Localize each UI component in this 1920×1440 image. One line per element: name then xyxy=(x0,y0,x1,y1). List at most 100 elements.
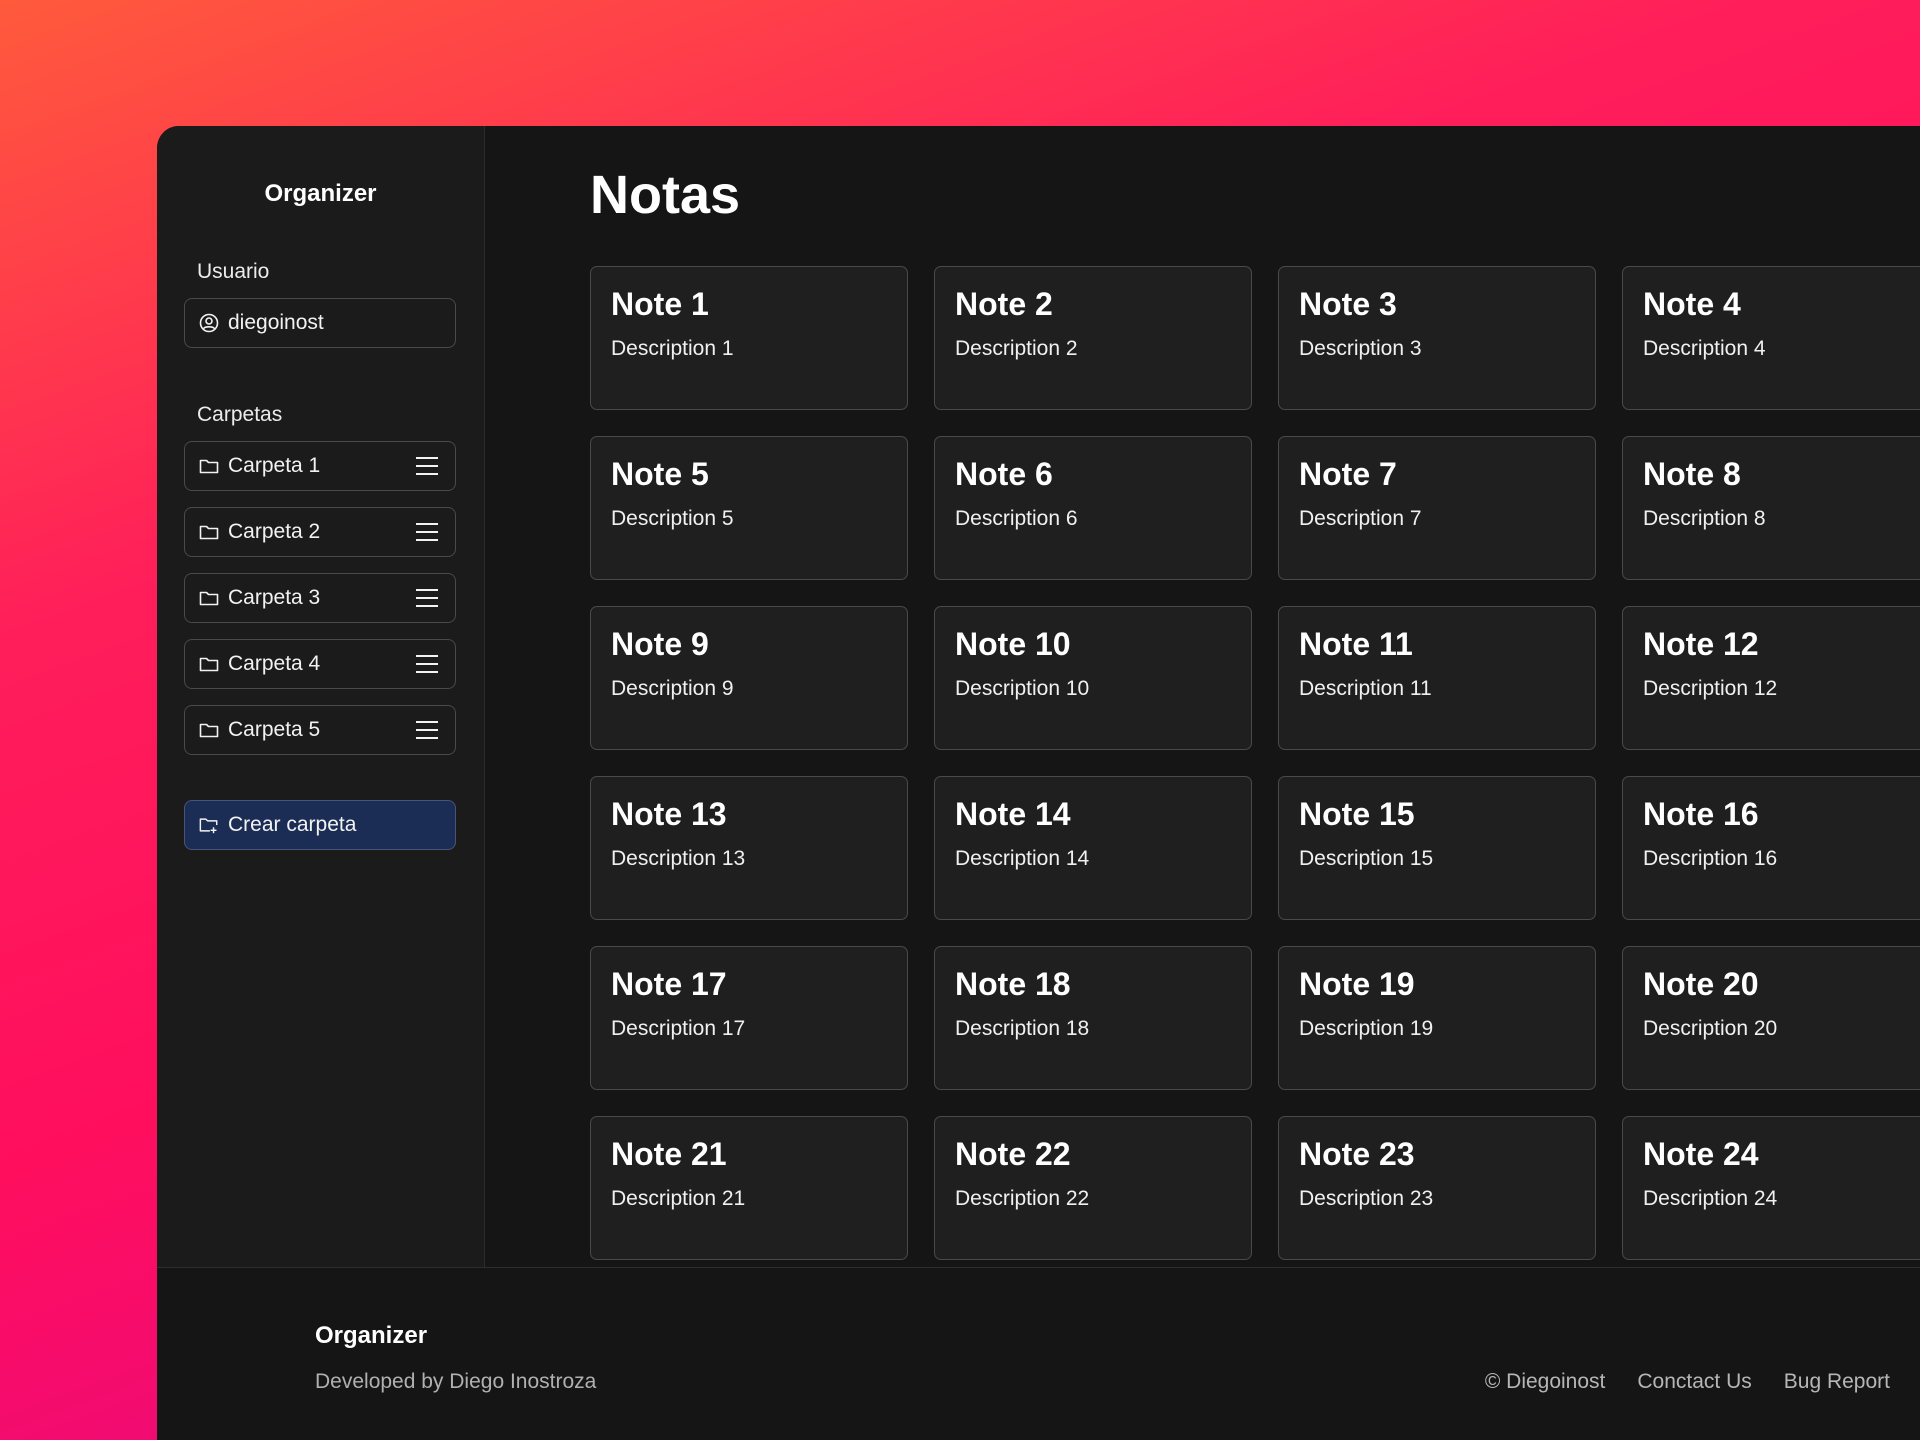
note-card[interactable]: Note 11 Description 11 xyxy=(1278,606,1596,750)
folder-icon xyxy=(199,654,219,674)
copyright-link[interactable]: © Diegoinost xyxy=(1485,1370,1606,1394)
note-description: Description 9 xyxy=(611,677,734,700)
note-card[interactable]: Note 14 Description 14 xyxy=(934,776,1252,920)
note-card[interactable]: Note 3 Description 3 xyxy=(1278,266,1596,410)
folder-icon xyxy=(199,720,219,740)
note-description: Description 15 xyxy=(1299,847,1434,870)
menu-icon[interactable] xyxy=(415,653,439,675)
menu-icon[interactable] xyxy=(415,521,439,543)
note-title: Note 19 xyxy=(1299,966,1415,1002)
note-description: Description 5 xyxy=(611,507,734,530)
note-description: Description 23 xyxy=(1299,1187,1434,1210)
bug-report-link[interactable]: Bug Report xyxy=(1784,1370,1890,1394)
create-folder-button[interactable]: Crear carpeta xyxy=(184,800,456,850)
folder-icon xyxy=(199,588,219,608)
folder-item[interactable]: Carpeta 3 xyxy=(184,573,456,623)
notes-grid: Note 1 Description 1 Note 2 Description 2 No… xyxy=(590,266,1920,1260)
note-description: Description 1 xyxy=(611,337,734,360)
footer-title: Organizer xyxy=(315,1322,428,1349)
main-content: Notas Note 1 Description 1 Note 2 Descripti… xyxy=(484,126,1920,1267)
note-description: Description 22 xyxy=(955,1187,1090,1210)
note-description: Description 12 xyxy=(1643,677,1778,700)
menu-icon[interactable] xyxy=(415,719,439,741)
note-title: Note 16 xyxy=(1643,796,1759,832)
note-description: Description 24 xyxy=(1643,1187,1778,1210)
app-title: Organizer xyxy=(264,180,377,207)
footer-subtitle: Developed by Diego Inostroza xyxy=(315,1370,597,1393)
folder-item[interactable]: Carpeta 2 xyxy=(184,507,456,557)
note-card[interactable]: Note 23 Description 23 xyxy=(1278,1116,1596,1260)
note-title: Note 21 xyxy=(611,1136,727,1172)
note-title: Note 20 xyxy=(1643,966,1759,1002)
note-title: Note 15 xyxy=(1299,796,1415,832)
note-description: Description 19 xyxy=(1299,1017,1434,1040)
note-card[interactable]: Note 16 Description 16 xyxy=(1622,776,1920,920)
note-title: Note 7 xyxy=(1299,456,1397,492)
contact-link[interactable]: Conctact Us xyxy=(1637,1370,1751,1394)
note-title: Note 18 xyxy=(955,966,1071,1002)
note-title: Note 22 xyxy=(955,1136,1071,1172)
note-title: Note 10 xyxy=(955,626,1071,662)
note-description: Description 21 xyxy=(611,1187,746,1210)
menu-icon[interactable] xyxy=(415,455,439,477)
note-card[interactable]: Note 17 Description 17 xyxy=(590,946,908,1090)
note-title: Note 12 xyxy=(1643,626,1759,662)
note-card[interactable]: Note 9 Description 9 xyxy=(590,606,908,750)
folder-label: Carpeta 3 xyxy=(228,586,321,609)
note-title: Note 13 xyxy=(611,796,727,832)
note-title: Note 8 xyxy=(1643,456,1741,492)
note-description: Description 18 xyxy=(955,1017,1090,1040)
note-card[interactable]: Note 6 Description 6 xyxy=(934,436,1252,580)
note-card[interactable]: Note 19 Description 19 xyxy=(1278,946,1596,1090)
note-title: Note 17 xyxy=(611,966,727,1002)
note-description: Description 20 xyxy=(1643,1017,1778,1040)
folder-item[interactable]: Carpeta 1 xyxy=(184,441,456,491)
app-window: Organizer Usuario diegoinost Carpetas Ca… xyxy=(157,126,1920,1440)
note-card[interactable]: Note 12 Description 12 xyxy=(1622,606,1920,750)
footer-links: © Diegoinost Conctact Us Bug Report xyxy=(1485,1370,1890,1394)
note-title: Note 9 xyxy=(611,626,709,662)
user-field[interactable]: diegoinost xyxy=(184,298,456,348)
note-card[interactable]: Note 20 Description 20 xyxy=(1622,946,1920,1090)
folder-label: Carpeta 5 xyxy=(228,718,321,741)
note-card[interactable]: Note 21 Description 21 xyxy=(590,1116,908,1260)
note-card[interactable]: Note 15 Description 15 xyxy=(1278,776,1596,920)
note-card[interactable]: Note 24 Description 24 xyxy=(1622,1116,1920,1260)
note-description: Description 8 xyxy=(1643,507,1766,530)
note-card[interactable]: Note 13 Description 13 xyxy=(590,776,908,920)
note-title: Note 1 xyxy=(611,286,709,322)
note-card[interactable]: Note 5 Description 5 xyxy=(590,436,908,580)
note-title: Note 3 xyxy=(1299,286,1397,322)
folder-label: Carpeta 4 xyxy=(228,652,321,675)
user-section-label: Usuario xyxy=(197,260,270,283)
note-description: Description 6 xyxy=(955,507,1078,530)
note-card[interactable]: Note 1 Description 1 xyxy=(590,266,908,410)
note-title: Note 4 xyxy=(1643,286,1741,322)
folder-item[interactable]: Carpeta 5 xyxy=(184,705,456,755)
note-card[interactable]: Note 22 Description 22 xyxy=(934,1116,1252,1260)
note-title: Note 6 xyxy=(955,456,1053,492)
note-card[interactable]: Note 7 Description 7 xyxy=(1278,436,1596,580)
create-folder-label: Crear carpeta xyxy=(228,813,357,836)
footer: Organizer Developed by Diego Inostroza ©… xyxy=(157,1267,1920,1440)
folder-icon xyxy=(199,522,219,542)
menu-icon[interactable] xyxy=(415,587,439,609)
note-description: Description 7 xyxy=(1299,507,1422,530)
note-card[interactable]: Note 8 Description 8 xyxy=(1622,436,1920,580)
note-card[interactable]: Note 2 Description 2 xyxy=(934,266,1252,410)
note-card[interactable]: Note 10 Description 10 xyxy=(934,606,1252,750)
folders-section-label: Carpetas xyxy=(197,403,283,426)
folder-item[interactable]: Carpeta 4 xyxy=(184,639,456,689)
note-description: Description 4 xyxy=(1643,337,1766,360)
note-title: Note 24 xyxy=(1643,1136,1759,1172)
note-description: Description 10 xyxy=(955,677,1090,700)
note-description: Description 13 xyxy=(611,847,746,870)
username: diegoinost xyxy=(228,311,324,334)
note-card[interactable]: Note 18 Description 18 xyxy=(934,946,1252,1090)
note-description: Description 11 xyxy=(1299,677,1432,700)
note-description: Description 2 xyxy=(955,337,1078,360)
sidebar: Organizer Usuario diegoinost Carpetas Ca… xyxy=(157,126,485,1267)
note-title: Note 2 xyxy=(955,286,1053,322)
folder-label: Carpeta 1 xyxy=(228,454,321,477)
note-card[interactable]: Note 4 Description 4 xyxy=(1622,266,1920,410)
